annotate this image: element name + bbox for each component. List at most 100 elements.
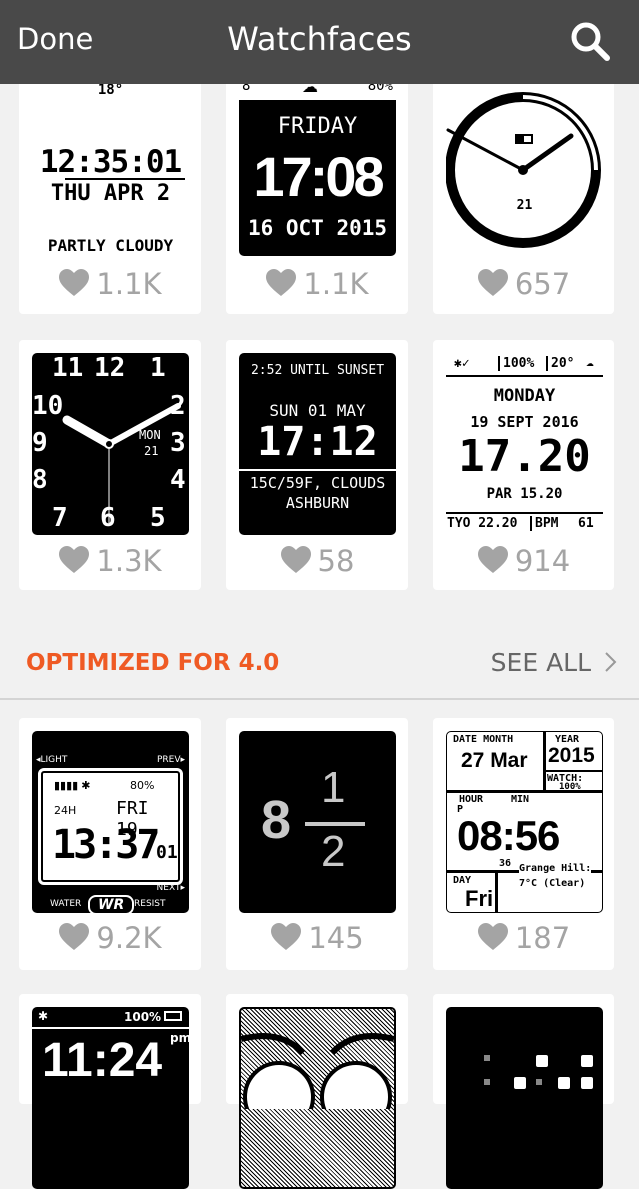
like-count-value: 657 <box>514 267 571 301</box>
face-status-temp: 20° <box>546 356 574 371</box>
face-divider <box>32 1027 189 1029</box>
face-location: ASHBURN <box>285 494 350 512</box>
face-wr: WR <box>88 895 135 913</box>
heart-icon <box>59 546 90 573</box>
like-count-value: 1.1K <box>96 267 162 301</box>
heart-icon <box>280 546 311 573</box>
face-date-label: DATE MONTH <box>453 734 514 745</box>
face-bpm: 61 <box>578 516 594 531</box>
face-divider <box>446 512 603 514</box>
face-date: THU APR 2 <box>50 181 171 206</box>
watchface-card[interactable]: 18° 12:35:01 THU APR 2 PARTLY CLOUDY 1.1… <box>19 60 201 314</box>
see-all-label: SEE ALL <box>490 648 592 677</box>
watchface-card[interactable]: ✱✓ 100% 20° ☁ MONDAY 19 SEPT 2016 17.20 … <box>433 340 614 590</box>
like-count[interactable]: 1.1K <box>226 267 408 301</box>
page-title: Watchfaces <box>227 20 412 58</box>
watchface-card[interactable]: 8° ☁ 80% FRIDAY 17:08 16 OCT 2015 1.1K <box>226 60 408 314</box>
like-count[interactable]: 187 <box>433 921 614 955</box>
watchface-card[interactable]: DATE MONTH YEAR 27 Mar 2015 WATCH: 100% … <box>433 718 614 970</box>
like-count[interactable]: 1.1K <box>19 267 201 301</box>
face-fraction-bar <box>305 822 365 826</box>
done-button[interactable]: Done <box>17 22 93 56</box>
section-header: OPTIMIZED FOR 4.0 SEE ALL <box>0 630 639 700</box>
like-count-value: 1.1K <box>303 267 369 301</box>
watchface-card[interactable]: 12 11 1 10 2 9 3 8 4 7 6 5 MON 21 1.3K <box>19 340 201 590</box>
watchface-card[interactable]: 8 1 2 145 <box>226 718 408 970</box>
face-numeral: 5 <box>150 503 166 533</box>
face-grid-line <box>495 870 498 912</box>
dot-matrix-clock <box>484 1055 593 1089</box>
watchface-card[interactable] <box>226 994 408 1189</box>
face-seconds: 36 <box>499 858 512 869</box>
like-count-value: 58 <box>317 544 355 578</box>
face-numeral: 1 <box>150 353 166 383</box>
face-time: 11:24 <box>42 1034 163 1087</box>
watchface-preview: DATE MONTH YEAR 27 Mar 2015 WATCH: 100% … <box>446 731 603 913</box>
like-count[interactable]: 145 <box>226 921 408 955</box>
watchface-preview: ◂LIGHT PREV▸ ▮▮▮▮ ✱ 80% 24H FRI 19 13:37… <box>32 731 189 913</box>
heart-icon <box>59 269 90 296</box>
face-grid-line <box>543 770 602 772</box>
like-count[interactable]: 58 <box>226 544 408 578</box>
face-watch: 100% <box>559 782 581 792</box>
like-count-value: 187 <box>514 921 571 955</box>
heart-icon <box>59 923 90 950</box>
like-count-value: 9.2K <box>96 921 162 955</box>
face-light: ◂LIGHT <box>36 755 68 765</box>
face-date-num: 21 <box>144 444 159 458</box>
face-grid-line <box>543 732 546 790</box>
face-denominator: 2 <box>321 827 346 876</box>
watchface-card[interactable]: ◂LIGHT PREV▸ ▮▮▮▮ ✱ 80% 24H FRI 19 13:37… <box>19 718 201 970</box>
watchface-preview <box>239 1007 396 1189</box>
face-bpm-label: BPM <box>530 516 558 531</box>
watchface-preview: 8° ☁ 80% FRIDAY 17:08 16 OCT 2015 <box>239 74 396 256</box>
face-time: 17.20 <box>458 431 591 482</box>
face-numeral: 11 <box>52 353 84 383</box>
face-numeral: 7 <box>52 503 68 533</box>
heart-icon <box>477 546 508 573</box>
like-count[interactable]: 1.3K <box>19 544 201 578</box>
like-count[interactable]: 914 <box>433 544 614 578</box>
face-date: 27 Mar <box>461 749 528 772</box>
watchface-card[interactable]: 21 657 <box>433 60 614 314</box>
face-mode: 24H <box>54 804 77 817</box>
face-weather: 15C/59F, CLOUDS <box>249 474 386 492</box>
face-tz: TYO 22.20 <box>447 516 518 531</box>
face-next: NEXT▸ <box>156 883 185 893</box>
face-time: 12:35:01 <box>39 144 182 180</box>
face-numeral: 6 <box>100 503 116 533</box>
face-day-label: DAY <box>453 875 472 886</box>
face-seconds: 01 <box>156 842 178 863</box>
face-day: MONDAY <box>493 386 556 406</box>
face-resist: RESIST <box>134 899 166 909</box>
like-count-value: 145 <box>308 921 364 955</box>
face-numeral: 3 <box>170 428 186 458</box>
face-prev: PREV▸ <box>156 755 185 765</box>
face-battery: 80% <box>130 779 155 792</box>
face-status-bt: ✱✓ <box>454 356 470 371</box>
search-icon <box>571 22 610 61</box>
watchface-card[interactable]: ✱ 100% 11:24 pm <box>19 994 201 1189</box>
analog-clock-face <box>446 92 601 248</box>
face-numeral: 9 <box>32 428 48 458</box>
face-alt-time: PAR 15.20 <box>486 486 563 502</box>
like-count[interactable]: 657 <box>433 267 614 301</box>
face-numeral: 2 <box>170 391 186 421</box>
face-time: 17:08 <box>253 145 384 208</box>
face-divider <box>239 469 396 471</box>
watchface-preview: ✱ 100% 11:24 pm <box>32 1007 189 1189</box>
heart-icon <box>477 923 508 950</box>
top-app-bar: Done Watchfaces <box>0 0 639 84</box>
watchface-preview: 8 1 2 <box>239 731 396 913</box>
like-count[interactable]: 9.2K <box>19 921 201 955</box>
face-numeral: 8 <box>32 465 48 495</box>
watchface-card[interactable] <box>433 994 614 1189</box>
see-all-link[interactable]: SEE ALL <box>491 648 617 677</box>
watchface-card[interactable]: 2:52 UNTIL SUNSET SUN 01 MAY 17:12 15C/5… <box>226 340 408 590</box>
face-min-label: MIN <box>511 794 530 805</box>
face-battery: 100% <box>124 1010 162 1024</box>
face-numerator: 1 <box>321 763 346 812</box>
watchface-preview: 12 11 1 10 2 9 3 8 4 7 6 5 MON 21 <box>32 353 189 535</box>
search-button[interactable] <box>568 19 612 63</box>
face-location: Grange Hill: <box>519 863 592 874</box>
